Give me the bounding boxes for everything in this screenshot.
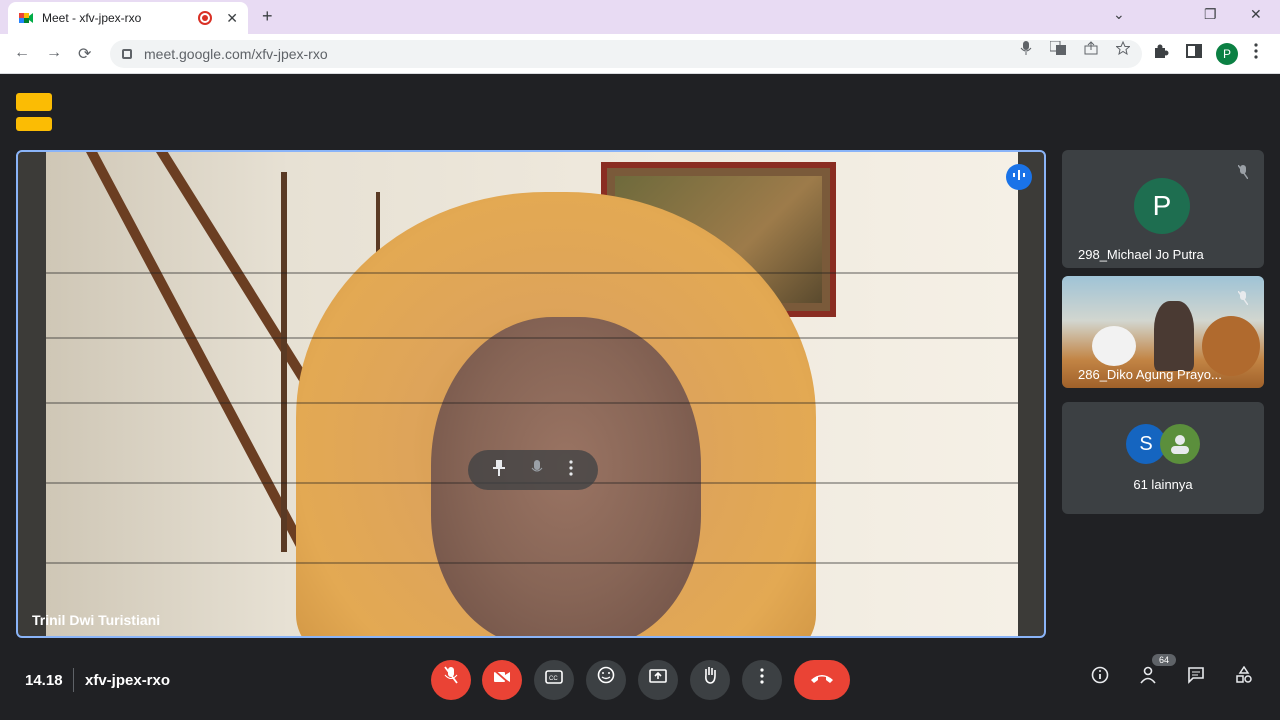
mute-participant-icon[interactable] [531,459,543,481]
meeting-code: xfv-jpex-rxo [85,672,171,689]
extensions-icon[interactable] [1154,43,1170,63]
camera-off-button[interactable] [482,660,522,700]
participant-avatar: P [1134,178,1190,234]
more-options-icon[interactable] [569,459,573,481]
side-panel-icon[interactable] [1186,43,1202,63]
reload-button[interactable]: ⟳ [78,44,91,64]
new-tab-button[interactable]: + [262,6,273,27]
others-tile[interactable]: S 61 lainnya [1062,402,1264,514]
meet-logo-icon [18,10,34,26]
close-tab-icon[interactable]: ✕ [226,10,238,27]
browser-toolbar: ← → ⟳ meet.google.com/xfv-jpex-rxo P [0,34,1280,74]
chat-button[interactable] [1182,664,1210,692]
browser-tab[interactable]: Meet - xfv-jpex-rxo ✕ [8,2,248,34]
participant-tile-2[interactable]: 286_Diko Agung Prayo... [1062,276,1264,388]
lock-icon [122,49,132,59]
end-call-button[interactable] [794,660,850,700]
browser-menu-icon[interactable] [1254,43,1258,63]
main-participant-name: Trinil Dwi Turistiani [32,612,161,628]
pin-icon[interactable] [493,459,505,481]
url-text: meet.google.com/xfv-jpex-rxo [144,46,328,62]
restore-icon[interactable]: ❐ [1204,6,1217,23]
reactions-button[interactable] [586,660,626,700]
back-button[interactable]: ← [14,44,30,62]
others-count-label: 61 lainnya [1133,477,1193,492]
browser-titlebar: Meet - xfv-jpex-rxo ✕ + ⌄ ❐ ✕ [0,0,1280,34]
microphone-icon[interactable] [1020,41,1032,58]
window-close-icon[interactable]: ✕ [1250,6,1262,23]
participant-video [46,152,1018,636]
main-video-tile[interactable]: Trinil Dwi Turistiani [16,150,1046,638]
participant-tile-1[interactable]: P 298_Michael Jo Putra [1062,150,1264,268]
mic-off-button[interactable] [431,660,471,700]
meeting-time: 14.18 [25,672,63,689]
profile-avatar[interactable]: P [1216,43,1238,65]
meet-stage: Trinil Dwi Turistiani P 298_Michael Jo P… [0,75,1280,720]
bear-poster-white [1092,326,1136,366]
forward-button[interactable]: → [46,44,62,62]
present-screen-button[interactable] [638,660,678,700]
captions-button[interactable]: CC [534,660,574,700]
meeting-details-button[interactable] [1086,664,1114,692]
activities-button[interactable] [1230,664,1258,692]
bookmark-star-icon[interactable] [1115,40,1131,58]
participant-name: 286_Diko Agung Prayo... [1078,367,1222,382]
meeting-controls-bar: 14.18 xfv-jpex-rxo CC 64 [0,650,1280,720]
recording-icon [198,11,213,25]
people-button[interactable] [1134,664,1162,692]
speaking-indicator-icon [1006,164,1032,190]
meeting-status-chip[interactable] [16,117,52,131]
address-bar[interactable]: meet.google.com/xfv-jpex-rxo [110,40,1142,68]
raise-hand-button[interactable] [690,660,730,700]
minimize-icon[interactable]: ⌄ [1113,6,1125,23]
participant-name: 298_Michael Jo Putra [1078,247,1204,262]
meeting-info-chip[interactable] [16,93,52,111]
muted-mic-icon [1232,290,1254,312]
share-icon[interactable] [1084,41,1098,58]
more-options-button[interactable] [742,660,782,700]
tab-title: Meet - xfv-jpex-rxo [42,11,142,25]
others-avatars: S [1126,424,1200,464]
svg-text:CC: CC [549,676,558,682]
participant-person [1154,301,1194,371]
translate-icon[interactable] [1049,40,1066,58]
others-avatar-person-icon [1160,424,1200,464]
muted-mic-icon [1232,164,1254,186]
tile-controls [468,450,598,490]
divider [73,668,74,692]
